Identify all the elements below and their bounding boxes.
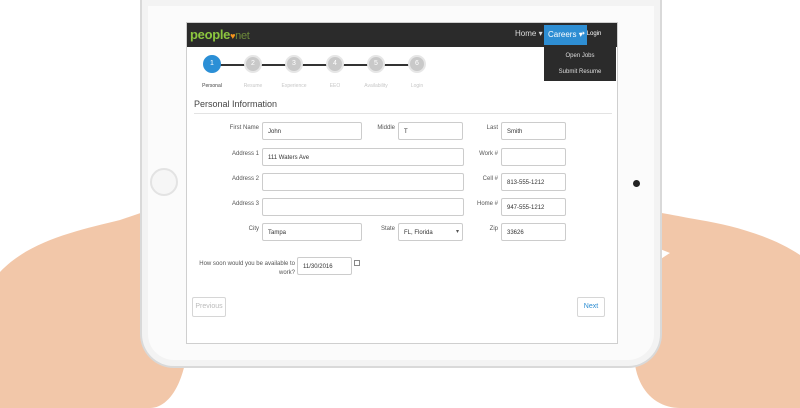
divider (194, 113, 612, 114)
login-icon: ➔ (580, 31, 586, 37)
address1-label: Address 1 (231, 151, 259, 157)
camera-icon (633, 180, 640, 187)
step-label-availability: Availability (364, 83, 388, 89)
zip-label: Zip (489, 226, 498, 232)
chevron-down-icon: ▾ (455, 229, 459, 235)
step-2[interactable]: 2 (244, 55, 262, 73)
app-screen: people♥net Home ▾ Careers ▾ ➔ Login Open… (186, 22, 618, 344)
state-select[interactable]: FL, Florida ▾ (398, 223, 463, 241)
step-connector (211, 64, 416, 66)
step-label-resume: Resume (243, 83, 263, 89)
cell-label: Cell # (482, 176, 498, 182)
logo-text-suffix: net (235, 30, 250, 42)
address3-field[interactable] (262, 198, 464, 216)
home-phone-label: Home # (476, 201, 498, 207)
home-button-icon[interactable] (150, 168, 178, 196)
dropdown-item-submit-resume[interactable]: Submit Resume (544, 65, 616, 79)
logo[interactable]: people♥net (190, 27, 250, 42)
nav-home-menu[interactable]: Home ▾ (515, 29, 543, 38)
dropdown-item-open-jobs[interactable]: Open Jobs (544, 49, 616, 63)
navbar: people♥net Home ▾ Careers ▾ ➔ Login (187, 23, 617, 47)
state-label: State (380, 226, 395, 232)
step-label-experience: Experience (281, 83, 307, 89)
step-3[interactable]: 3 (285, 55, 303, 73)
address1-field[interactable]: 111 Waters Ave (262, 148, 464, 166)
wizard-steps: 1 2 3 4 5 6 Personal Resume Experience E… (187, 53, 527, 93)
state-select-value: FL, Florida (404, 230, 433, 236)
login-button[interactable]: ➔ Login (580, 30, 601, 37)
first-name-field[interactable]: John (262, 122, 362, 140)
section-title: Personal Information (194, 99, 278, 109)
address2-label: Address 2 (231, 176, 259, 182)
address2-field[interactable] (262, 173, 464, 191)
middle-field[interactable]: T (398, 122, 463, 140)
city-field[interactable]: Tampa (262, 223, 362, 241)
step-label-login: Login (410, 83, 424, 89)
cell-field[interactable]: 813-555-1212 (501, 173, 566, 191)
step-label-eeo: EEO (329, 83, 341, 89)
careers-dropdown: Open Jobs Submit Resume (544, 47, 616, 81)
address3-label: Address 3 (231, 201, 259, 207)
calendar-icon[interactable] (354, 260, 360, 266)
home-phone-field[interactable]: 947-555-1212 (501, 198, 566, 216)
last-label: Last (486, 125, 498, 131)
availability-date-field[interactable]: 11/30/2016 (297, 257, 352, 275)
previous-button[interactable]: Previous (192, 297, 226, 317)
step-6[interactable]: 6 (408, 55, 426, 73)
last-field[interactable]: Smith (501, 122, 566, 140)
chevron-down-icon: ▾ (538, 29, 543, 38)
step-4[interactable]: 4 (326, 55, 344, 73)
first-name-label: First Name (229, 125, 259, 131)
work-label: Work # (479, 151, 498, 157)
logo-text: people (190, 27, 231, 42)
zip-field[interactable]: 33626 (501, 223, 566, 241)
step-label-personal: Personal (202, 83, 222, 89)
city-label: City (248, 226, 259, 232)
work-field[interactable] (501, 148, 566, 166)
middle-label: Middle (377, 125, 395, 131)
availability-label: How soon would you be available to work? (199, 261, 295, 276)
next-button[interactable]: Next (577, 297, 605, 317)
step-5[interactable]: 5 (367, 55, 385, 73)
step-1[interactable]: 1 (203, 55, 221, 73)
